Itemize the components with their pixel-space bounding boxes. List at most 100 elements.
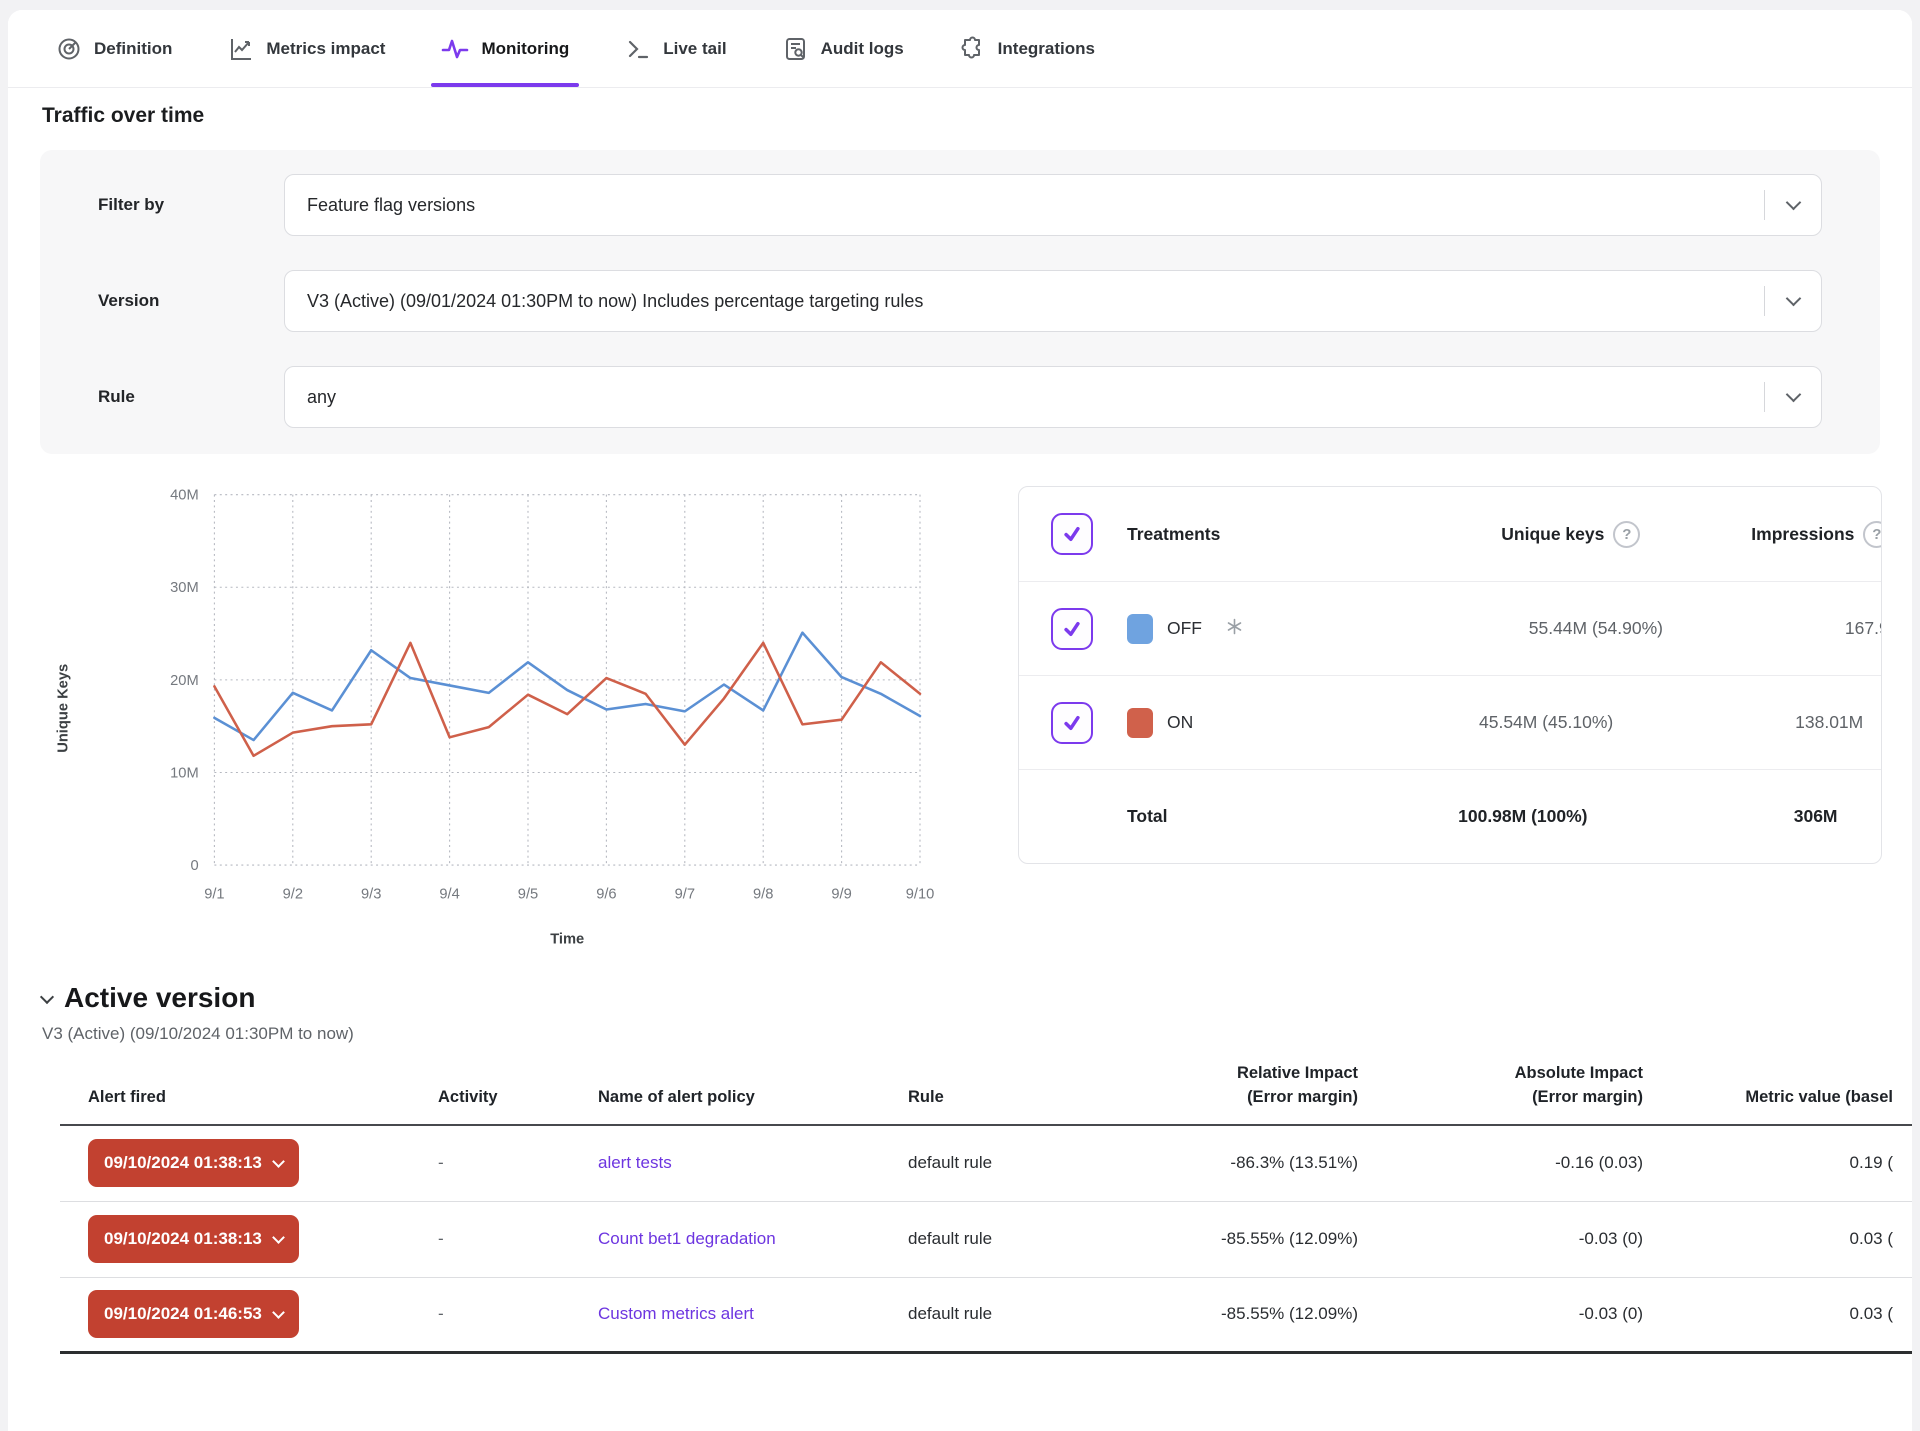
rule-label: Rule bbox=[98, 387, 284, 407]
on-series-swatch bbox=[1127, 708, 1153, 738]
tab-monitoring[interactable]: Monitoring bbox=[441, 10, 569, 87]
alert-policy-link[interactable]: Count bet1 degradation bbox=[598, 1229, 776, 1248]
alert-policy-link[interactable]: Custom metrics alert bbox=[598, 1304, 754, 1323]
tab-label: Integrations bbox=[998, 39, 1095, 59]
help-icon[interactable]: ? bbox=[1863, 521, 1882, 548]
alert-policy-link[interactable]: alert tests bbox=[598, 1153, 672, 1172]
svg-text:Time: Time bbox=[550, 932, 584, 948]
rule-select[interactable]: any bbox=[284, 366, 1822, 428]
filter-by-label: Filter by bbox=[98, 195, 284, 215]
filter-by-select[interactable]: Feature flag versions bbox=[284, 174, 1822, 236]
svg-text:0: 0 bbox=[191, 858, 199, 874]
svg-text:10M: 10M bbox=[170, 765, 199, 781]
traffic-line-chart: 010M20M30M40M9/19/29/39/49/59/69/79/89/9… bbox=[38, 478, 1018, 968]
select-all-checkbox[interactable] bbox=[1051, 513, 1093, 555]
page-title: Traffic over time bbox=[42, 104, 1912, 128]
monitoring-icon bbox=[441, 36, 469, 62]
tab-live-tail[interactable]: Live tail bbox=[625, 10, 726, 87]
chevron-down-icon bbox=[1765, 202, 1821, 208]
alerts-table: Alert fired Activity Name of alert polic… bbox=[60, 1062, 1912, 1354]
alert-row-1: 09/10/2024 01:38:13 - alert tests defaul… bbox=[60, 1126, 1912, 1202]
total-impressions: 306M bbox=[1588, 806, 1838, 827]
relative-impact-cell: -85.55% (12.09%) bbox=[1098, 1304, 1358, 1324]
traffic-chart-section: 010M20M30M40M9/19/29/39/49/59/69/79/89/9… bbox=[38, 478, 1882, 968]
chevron-down-icon bbox=[272, 1155, 285, 1168]
treatments-header: Treatments bbox=[1127, 524, 1220, 545]
tab-definition[interactable]: Definition bbox=[56, 10, 172, 87]
col-relative-impact: Relative Impact(Error margin) bbox=[1098, 1062, 1358, 1110]
filter-row-version: Version V3 (Active) (09/01/2024 01:30PM … bbox=[98, 270, 1822, 332]
alert-fired-badge[interactable]: 09/10/2024 01:46:53 bbox=[88, 1290, 299, 1338]
svg-text:9/8: 9/8 bbox=[753, 886, 773, 902]
chevron-down-icon bbox=[1765, 298, 1821, 304]
treatment-row-on: ON 45.54M (45.10%) 138.01M bbox=[1019, 675, 1881, 769]
tab-audit-logs[interactable]: Audit logs bbox=[783, 10, 904, 87]
integrations-icon bbox=[960, 36, 986, 62]
active-version-section: Active version V3 (Active) (09/10/2024 0… bbox=[42, 982, 1912, 1044]
rule-cell: default rule bbox=[908, 1229, 1098, 1249]
default-treatment-icon bbox=[1226, 618, 1243, 640]
alerts-header-row: Alert fired Activity Name of alert polic… bbox=[60, 1062, 1912, 1126]
svg-text:9/10: 9/10 bbox=[906, 886, 935, 902]
treatment-name: OFF bbox=[1167, 618, 1202, 639]
tab-label: Monitoring bbox=[481, 39, 569, 59]
col-absolute-impact: Absolute Impact(Error margin) bbox=[1358, 1062, 1643, 1110]
app-window: Definition Metrics impact Monitoring Liv… bbox=[8, 10, 1912, 1431]
help-icon[interactable]: ? bbox=[1613, 521, 1640, 548]
alert-fired-badge[interactable]: 09/10/2024 01:38:13 bbox=[88, 1215, 299, 1263]
active-version-toggle[interactable]: Active version bbox=[42, 982, 1912, 1014]
relative-impact-cell: -86.3% (13.51%) bbox=[1098, 1153, 1358, 1173]
treatments-header-row: Treatments Unique keys ? Impressions ? bbox=[1019, 487, 1881, 581]
active-version-title: Active version bbox=[64, 982, 255, 1014]
col-rule: Rule bbox=[908, 1086, 1098, 1110]
version-label: Version bbox=[98, 291, 284, 311]
col-alert-fired: Alert fired bbox=[88, 1086, 438, 1110]
rule-cell: default rule bbox=[908, 1153, 1098, 1173]
metric-value-cell: 0.19 ( bbox=[1643, 1153, 1893, 1173]
metrics-impact-icon bbox=[228, 36, 254, 62]
off-series-swatch bbox=[1127, 614, 1153, 644]
treatments-table: Treatments Unique keys ? Impressions ? O… bbox=[1018, 486, 1882, 864]
unique-keys-header: Unique keys bbox=[1501, 524, 1604, 545]
total-unique-keys: 100.98M (100%) bbox=[1168, 806, 1588, 827]
svg-text:9/7: 9/7 bbox=[675, 886, 695, 902]
svg-text:9/9: 9/9 bbox=[831, 886, 851, 902]
relative-impact-cell: -85.55% (12.09%) bbox=[1098, 1229, 1358, 1249]
tab-integrations[interactable]: Integrations bbox=[960, 10, 1095, 87]
alert-row-2: 09/10/2024 01:38:13 - Count bet1 degrada… bbox=[60, 1202, 1912, 1278]
filter-panel: Filter by Feature flag versions Version … bbox=[40, 150, 1880, 454]
alert-fired-badge[interactable]: 09/10/2024 01:38:13 bbox=[88, 1139, 299, 1187]
live-tail-icon bbox=[625, 36, 651, 62]
activity-cell: - bbox=[438, 1229, 598, 1249]
svg-text:9/3: 9/3 bbox=[361, 886, 381, 902]
version-select[interactable]: V3 (Active) (09/01/2024 01:30PM to now) … bbox=[284, 270, 1822, 332]
traffic-chart: 010M20M30M40M9/19/29/39/49/59/69/79/89/9… bbox=[38, 478, 1018, 968]
tab-metrics-impact[interactable]: Metrics impact bbox=[228, 10, 385, 87]
absolute-impact-cell: -0.03 (0) bbox=[1358, 1304, 1643, 1324]
metric-value-cell: 0.03 ( bbox=[1643, 1304, 1893, 1324]
col-activity: Activity bbox=[438, 1086, 598, 1110]
col-metric-value: Metric value (basel bbox=[1643, 1086, 1893, 1110]
col-policy-name: Name of alert policy bbox=[598, 1086, 908, 1110]
chevron-down-icon bbox=[1765, 394, 1821, 400]
off-checkbox[interactable] bbox=[1051, 608, 1093, 650]
activity-cell: - bbox=[438, 1153, 598, 1173]
definition-icon bbox=[56, 36, 82, 62]
svg-text:9/2: 9/2 bbox=[283, 886, 303, 902]
off-impressions: 167.99M bbox=[1663, 618, 1882, 639]
filter-by-value: Feature flag versions bbox=[307, 195, 1764, 216]
svg-text:9/4: 9/4 bbox=[439, 886, 459, 902]
chevron-down-icon bbox=[272, 1306, 285, 1319]
chevron-down-icon bbox=[272, 1231, 285, 1244]
treatment-row-off: OFF 55.44M (54.90%) 167.99M bbox=[1019, 581, 1881, 675]
svg-text:30M: 30M bbox=[170, 580, 199, 596]
svg-text:9/1: 9/1 bbox=[204, 886, 224, 902]
tab-label: Definition bbox=[94, 39, 172, 59]
tab-bar: Definition Metrics impact Monitoring Liv… bbox=[8, 10, 1912, 88]
on-checkbox[interactable] bbox=[1051, 702, 1093, 744]
absolute-impact-cell: -0.03 (0) bbox=[1358, 1229, 1643, 1249]
tab-label: Metrics impact bbox=[266, 39, 385, 59]
metric-value-cell: 0.03 ( bbox=[1643, 1229, 1893, 1249]
filter-row-filter-by: Filter by Feature flag versions bbox=[98, 174, 1822, 236]
impressions-header: Impressions bbox=[1751, 524, 1854, 545]
